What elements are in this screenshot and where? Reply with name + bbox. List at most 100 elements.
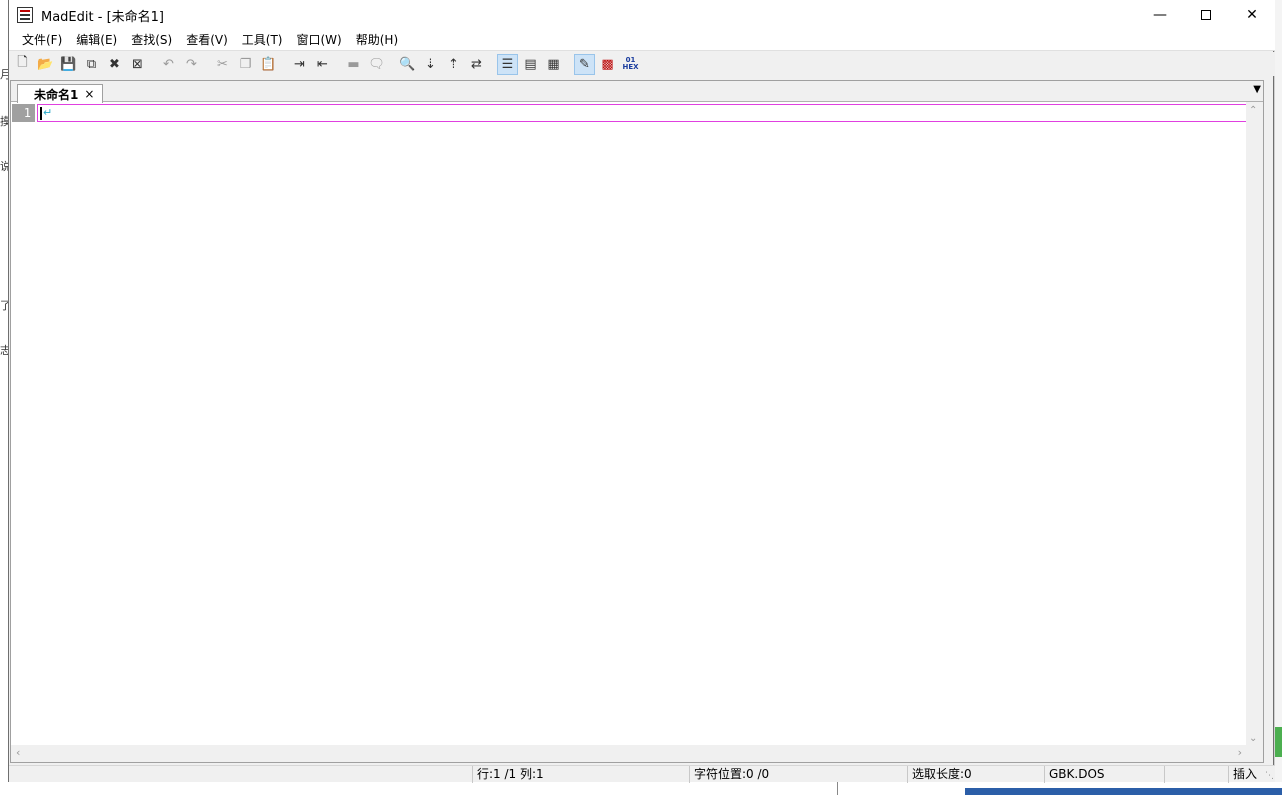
hex-mode-button[interactable]: 01 HEX (620, 54, 641, 75)
find-next-button[interactable]: ⇣ (420, 54, 441, 75)
close-all-button[interactable]: ⊠ (127, 54, 148, 75)
tab-untitled-1[interactable]: 未命名1 × (17, 84, 104, 103)
open-file-icon: 📂 (37, 56, 54, 72)
replace-button[interactable]: ⇄ (466, 54, 487, 75)
status-selection-length: 选取长度:0 (907, 766, 1044, 783)
redo-icon: ↷ (186, 56, 197, 72)
wrap-by-column-button[interactable]: ▦ (543, 54, 564, 75)
horizontal-scrollbar[interactable]: ‹ › (11, 745, 1246, 762)
paste-button[interactable]: 📋 (258, 54, 279, 75)
menu-search[interactable]: 查找(S) (124, 30, 179, 51)
save-button[interactable]: 💾 (58, 54, 79, 75)
save-icon: 💾 (60, 56, 77, 72)
desktop-background-left: 月 摸 说 了 志 (0, 0, 11, 795)
close-all-icon: ⊠ (132, 56, 143, 72)
undo-button[interactable]: ↶ (158, 54, 179, 75)
find-next-icon: ⇣ (425, 56, 436, 72)
column-mode-icon: ▩ (601, 56, 614, 72)
cut-button[interactable]: ✂ (212, 54, 233, 75)
indent-icon: ⇥ (294, 56, 305, 72)
copy-icon: ❐ (239, 56, 252, 72)
status-char-position: 字符位置:0 /0 (689, 766, 907, 783)
text-mode-button[interactable]: ✎ (574, 53, 595, 75)
madedit-app-icon[interactable] (17, 7, 33, 23)
tab-list-dropdown-icon[interactable]: ▼ (1253, 84, 1261, 95)
close-window-button[interactable]: ✕ (1229, 0, 1275, 30)
end-of-line-marker: ↵ (43, 106, 53, 119)
scroll-left-icon[interactable]: ‹ (16, 746, 20, 759)
comment-icon: ▬ (347, 56, 360, 72)
hex-mode-icon: 01 HEX (622, 56, 639, 71)
scrollbar-corner (1246, 745, 1263, 762)
scroll-up-icon[interactable]: ⌃ (1249, 105, 1257, 116)
wrap-by-window-button[interactable]: ▤ (520, 54, 541, 75)
menu-edit[interactable]: 编辑(E) (69, 30, 124, 51)
line-number: 1 (12, 104, 35, 122)
scroll-right-icon[interactable]: › (1238, 746, 1242, 759)
save-all-icon: ⧉ (86, 56, 97, 72)
column-mode-button[interactable]: ▩ (597, 54, 618, 75)
window-title: MadEdit - [未命名1] (41, 9, 164, 25)
maximize-icon (1201, 10, 1211, 20)
indent-button[interactable]: ⇥ (289, 54, 310, 75)
replace-icon: ⇄ (471, 56, 482, 72)
toolbar: 🗋 📂 💾 ⧉ ✖ ⊠ ↶ ↷ ✂ ❐ 📋 ⇥ ⇤ ▬ 🗨 🔍 ⇣ ⇡ ⇄ ☰ … (9, 52, 1275, 76)
window-controls: — ✕ (1137, 0, 1275, 30)
menu-view[interactable]: 查看(V) (179, 30, 235, 51)
wrap-by-column-icon: ▦ (547, 56, 560, 72)
undo-icon: ↶ (163, 56, 174, 72)
find-previous-button[interactable]: ⇡ (443, 54, 464, 75)
resize-grip-icon[interactable]: ⋱ (1265, 771, 1274, 781)
paste-icon: 📋 (260, 56, 277, 72)
background-taskbar (965, 788, 1282, 795)
uncomment-icon: 🗨 (368, 56, 385, 72)
copy-button[interactable]: ❐ (235, 54, 256, 75)
text-caret (40, 107, 42, 120)
no-wrap-icon: ☰ (501, 56, 514, 72)
status-empty-cell (1164, 766, 1228, 783)
menu-help[interactable]: 帮助(H) (349, 30, 405, 51)
uncomment-button[interactable]: 🗨 (366, 54, 387, 75)
close-file-button[interactable]: ✖ (104, 54, 125, 75)
vertical-scrollbar[interactable]: ⌃ ⌄ (1246, 102, 1263, 747)
wrap-by-window-icon: ▤ (524, 56, 537, 72)
new-file-icon: 🗋 (17, 55, 28, 70)
text-editing-area[interactable]: ↵ (37, 104, 1255, 122)
minimize-icon: — (1153, 7, 1167, 23)
find-button[interactable]: 🔍 (397, 54, 418, 75)
tab-strip: 未命名1 × ▼ (11, 81, 1263, 103)
tab-close-button[interactable]: × (84, 87, 94, 101)
background-divider (837, 782, 838, 795)
open-file-button[interactable]: 📂 (35, 54, 56, 75)
close-icon: ✖ (109, 56, 120, 72)
no-wrap-button[interactable]: ☰ (497, 53, 518, 75)
cut-icon: ✂ (217, 56, 228, 72)
status-cursor-position: 行:1 /1 列:1 (472, 766, 689, 783)
desktop-background-right (1274, 0, 1282, 795)
save-all-button[interactable]: ⧉ (81, 54, 102, 75)
find-icon: 🔍 (399, 56, 416, 72)
madedit-window: MadEdit - [未命名1] — ✕ 文件(F) 编辑(E) 查找(S) 查… (8, 0, 1275, 783)
outdent-icon: ⇤ (317, 56, 328, 72)
find-previous-icon: ⇡ (448, 56, 459, 72)
comment-button[interactable]: ▬ (343, 54, 364, 75)
menu-file[interactable]: 文件(F) (15, 30, 69, 51)
redo-button[interactable]: ↷ (181, 54, 202, 75)
status-bar: 行:1 /1 列:1 字符位置:0 /0 选取长度:0 GBK.DOS 插入 ⋱ (9, 765, 1275, 783)
close-icon: ✕ (1246, 7, 1258, 23)
desktop-background-bottom (0, 782, 1282, 795)
editor-frame: 未命名1 × ▼ 1 ↵ ⌃ ⌄ ‹ › (10, 80, 1264, 763)
tab-label: 未命名1 (34, 87, 79, 102)
text-mode-icon: ✎ (579, 56, 590, 72)
title-bar[interactable]: MadEdit - [未命名1] — ✕ (9, 0, 1275, 30)
outdent-button[interactable]: ⇤ (312, 54, 333, 75)
menu-window[interactable]: 窗口(W) (290, 30, 349, 51)
status-encoding: GBK.DOS (1044, 766, 1164, 783)
scroll-down-icon[interactable]: ⌄ (1249, 733, 1257, 744)
background-green-bar (1275, 727, 1282, 757)
minimize-button[interactable]: — (1137, 0, 1183, 30)
maximize-button[interactable] (1183, 0, 1229, 30)
new-file-button[interactable]: 🗋 (12, 54, 33, 75)
menu-tools[interactable]: 工具(T) (235, 30, 290, 51)
menu-bar: 文件(F) 编辑(E) 查找(S) 查看(V) 工具(T) 窗口(W) 帮助(H… (9, 30, 1275, 51)
